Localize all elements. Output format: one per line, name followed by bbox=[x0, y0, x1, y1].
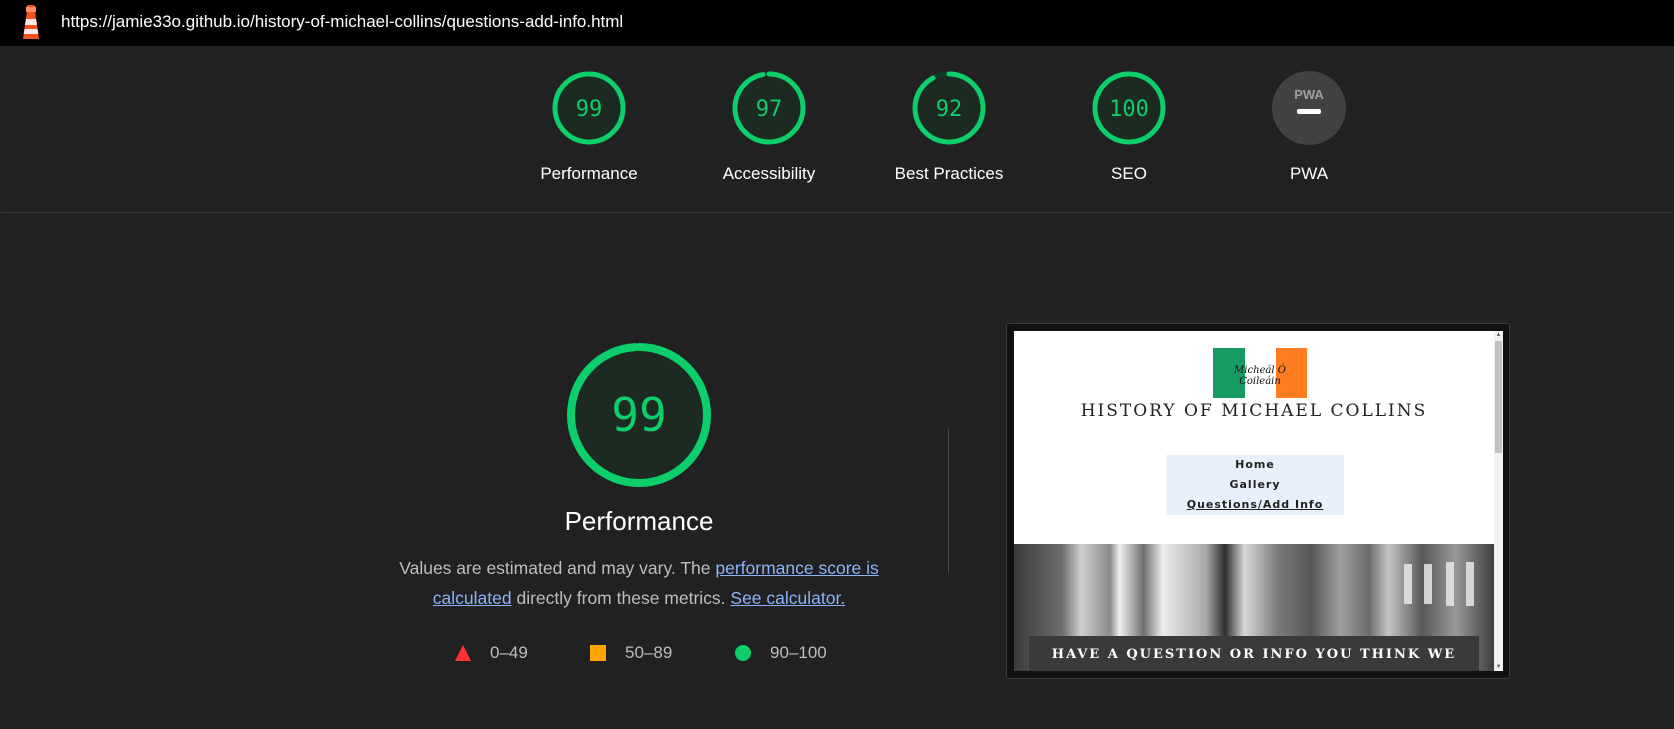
hero-image: HAVE A QUESTION OR INFO YOU THINK WE bbox=[1014, 544, 1494, 671]
performance-score: 99 bbox=[611, 388, 666, 442]
description-text: Values are estimated and may vary. The bbox=[399, 558, 716, 578]
site-nav-questions: Questions/Add Info bbox=[1186, 498, 1324, 511]
gauge-pwa[interactable]: PWA PWA bbox=[1234, 70, 1384, 184]
gauge-label: Accessibility bbox=[722, 164, 816, 183]
scroll-up-icon[interactable]: ▲ bbox=[1495, 331, 1502, 339]
gauge-performance[interactable]: 99 Performance bbox=[514, 70, 664, 184]
scroll-thumb[interactable] bbox=[1495, 341, 1502, 453]
gauge-label: Performance bbox=[540, 164, 638, 183]
page-url[interactable]: https://jamie33o.github.io/history-of-mi… bbox=[61, 12, 623, 32]
gauge-score: 97 bbox=[756, 97, 783, 122]
gauge-label: Best Practices bbox=[894, 164, 1004, 183]
pwa-badge-icon: PWA bbox=[1272, 71, 1346, 145]
gauge-ring: 100 bbox=[1092, 71, 1166, 145]
gauge-score: 92 bbox=[936, 97, 963, 122]
description-text: directly from these metrics. bbox=[511, 588, 731, 608]
legend-range: 0–49 bbox=[490, 643, 528, 662]
scroll-down-icon[interactable]: ▼ bbox=[1495, 663, 1502, 671]
browser-url-bar: https://jamie33o.github.io/history-of-mi… bbox=[0, 0, 1674, 46]
gauge-best-practices[interactable]: 92 Best Practices bbox=[874, 70, 1024, 184]
performance-title: Performance bbox=[564, 506, 714, 536]
gauge-ring: 97 bbox=[732, 71, 806, 145]
legend-average: 50–89 bbox=[589, 641, 672, 665]
square-icon bbox=[590, 645, 606, 661]
gauge-score: 99 bbox=[576, 97, 603, 122]
pwa-badge-text: PWA bbox=[1294, 87, 1324, 102]
site-title: HISTORY OF MICHAEL COLLINS bbox=[1080, 401, 1428, 421]
gauge-ring: 92 bbox=[912, 71, 986, 145]
site-nav-gallery: Gallery bbox=[1229, 478, 1281, 491]
gauge-score: 100 bbox=[1109, 97, 1149, 122]
final-screenshot[interactable]: Micheál Ó Coileáin HISTORY OF MICHAEL CO… bbox=[1006, 323, 1510, 679]
score-summary: 99 Performance 97 Accessibility 92 Best … bbox=[1, 46, 1673, 213]
page-thumbnail: Micheál Ó Coileáin HISTORY OF MICHAEL CO… bbox=[1014, 331, 1503, 671]
performance-section: 99 Performance Values are estimated and … bbox=[0, 213, 1674, 729]
gauge-label: SEO bbox=[1111, 164, 1147, 183]
site-nav-home: Home bbox=[1235, 458, 1275, 471]
logo-script: Micheál Ó Coileáin bbox=[1234, 365, 1286, 387]
legend-range: 90–100 bbox=[770, 643, 827, 662]
legend-range: 50–89 bbox=[625, 643, 673, 662]
site-logo: Micheál Ó Coileáin bbox=[1213, 348, 1307, 398]
legend-fail: 0–49 bbox=[454, 641, 528, 665]
performance-description: Values are estimated and may vary. The p… bbox=[380, 553, 898, 613]
lighthouse-icon bbox=[23, 5, 39, 39]
divider bbox=[948, 429, 949, 573]
gauge-accessibility[interactable]: 97 Accessibility bbox=[694, 70, 844, 184]
gauge-ring: 99 bbox=[552, 71, 626, 145]
triangle-icon bbox=[455, 645, 471, 661]
hero-caption: HAVE A QUESTION OR INFO YOU THINK WE bbox=[1029, 636, 1479, 671]
scrollbar[interactable]: ▲ ▼ bbox=[1494, 331, 1503, 671]
site-nav: Home Gallery Questions/Add Info bbox=[1166, 455, 1344, 515]
gauge-label: PWA bbox=[1289, 164, 1329, 183]
performance-gauge: 99 bbox=[567, 343, 711, 487]
circle-icon bbox=[735, 645, 751, 661]
legend-pass: 90–100 bbox=[734, 641, 827, 665]
see-calculator-link[interactable]: See calculator. bbox=[730, 588, 845, 608]
gauge-seo[interactable]: 100 SEO bbox=[1054, 70, 1204, 184]
